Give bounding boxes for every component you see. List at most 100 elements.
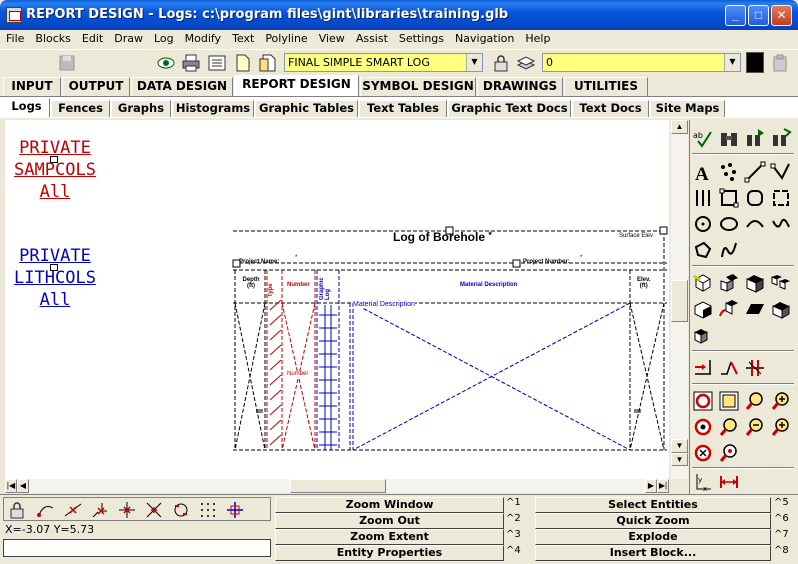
lock-icon[interactable] (491, 53, 511, 73)
parallelogram-icon[interactable] (744, 298, 766, 320)
title-bar[interactable]: REPORT DESIGN - Logs: c:\program files\g… (0, 0, 798, 30)
vertical-scroll-thumb[interactable] (671, 280, 688, 322)
report-select[interactable]: FINAL SIMPLE SMART LOG ▼ (284, 53, 483, 72)
block-small-icon[interactable] (692, 324, 714, 346)
maximize-button[interactable]: □ (748, 5, 769, 26)
group-blocks-icon[interactable] (770, 272, 792, 294)
cube-tool-icon[interactable] (692, 272, 714, 294)
arc-tool-icon[interactable] (744, 213, 766, 235)
snap-nearest-icon[interactable] (171, 500, 191, 520)
zoom-in-plus-icon[interactable] (770, 416, 792, 438)
select-entities-button[interactable]: Select Entities (535, 497, 771, 513)
zoom-window-button[interactable]: Zoom Window (275, 497, 504, 513)
menu-text[interactable]: Text (226, 30, 259, 45)
scroll-page-down-icon[interactable]: ▼ (671, 453, 688, 466)
tab-input[interactable]: INPUT (3, 77, 61, 96)
layer-select[interactable]: 0 ▼ (542, 53, 741, 72)
snap-endpoint-icon[interactable] (36, 500, 56, 520)
scroll-up-icon[interactable]: ▲ (671, 120, 688, 134)
polyline-tool-icon[interactable] (770, 161, 792, 183)
tab-output[interactable]: OUTPUT (62, 77, 130, 96)
scroll-down-icon[interactable]: ▼ (671, 439, 688, 453)
col-material-label[interactable]: Material Description (460, 282, 517, 288)
solid-block-icon[interactable] (744, 272, 766, 294)
tab-report-design[interactable]: REPORT DESIGN (234, 75, 359, 96)
eye-icon[interactable] (156, 53, 176, 73)
col-number-label[interactable]: Number (287, 282, 310, 288)
snap-intersection-icon[interactable] (117, 500, 137, 520)
snap-midpoint-icon[interactable] (63, 500, 83, 520)
close-button[interactable]: ✕ (771, 5, 792, 26)
tab-graphic-text-docs[interactable]: Graphic Text Docs (448, 100, 571, 117)
zoom-center-icon[interactable] (718, 442, 740, 464)
snap-grid-icon[interactable] (198, 500, 218, 520)
tab-symbol-design[interactable]: SYMBOL DESIGN (360, 77, 476, 96)
menu-draw[interactable]: Draw (108, 30, 148, 45)
zoom-refresh-icon[interactable] (692, 390, 714, 412)
zoom-out-icon[interactable] (744, 416, 766, 438)
text-tool-icon[interactable]: A (692, 161, 714, 183)
quick-zoom-button[interactable]: Quick Zoom (535, 513, 771, 529)
properties-icon[interactable] (207, 53, 227, 73)
insert-block-button[interactable]: Insert Block... (535, 545, 771, 561)
print-icon[interactable] (181, 53, 201, 73)
tab-logs[interactable]: Logs (3, 98, 50, 117)
menu-modify[interactable]: Modify (179, 30, 226, 45)
zoom-window-icon[interactable] (718, 390, 740, 412)
find-icon[interactable] (718, 127, 740, 149)
block-left-icon[interactable] (692, 298, 714, 320)
curve-tool-icon[interactable] (770, 213, 792, 235)
color-swatch[interactable] (746, 52, 764, 73)
tab-fences[interactable]: Fences (51, 100, 110, 117)
minimize-button[interactable]: _ (725, 5, 746, 26)
line-tool-icon[interactable] (744, 161, 766, 183)
drawing-canvas[interactable]: PRIVATE SAMPCOLS All PRIVATE LITHCOLS Al… (5, 120, 669, 479)
menu-polyline[interactable]: Polyline (259, 30, 312, 45)
col-depth-label[interactable]: Depth (ft) (238, 277, 264, 289)
circle-tool-icon[interactable] (692, 213, 714, 235)
extrude-icon[interactable] (718, 272, 740, 294)
tab-drawings[interactable]: DRAWINGS (477, 77, 563, 96)
zoom-pan-icon[interactable] (718, 416, 740, 438)
entity-properties-button[interactable]: Entity Properties (275, 545, 504, 561)
project-name-label[interactable]: Project Name: (239, 259, 279, 265)
tab-site-maps[interactable]: Site Maps (650, 100, 725, 117)
tab-graphic-tables[interactable]: Graphic Tables (255, 100, 358, 117)
menu-file[interactable]: File (0, 30, 29, 45)
app-icon[interactable] (6, 7, 22, 23)
menu-navigation[interactable]: Navigation (449, 30, 519, 45)
extend-icon[interactable] (718, 357, 740, 379)
save-disabled-icon[interactable] (57, 53, 77, 73)
paste-disabled-icon[interactable] (770, 53, 790, 73)
parallel-lines-icon[interactable] (692, 187, 714, 209)
log-title[interactable]: Log of Borehole * (393, 230, 492, 244)
number-field[interactable]: Number (287, 371, 309, 377)
coordinate-axes-icon[interactable]: yx (692, 471, 714, 493)
snap-ortho-icon[interactable] (225, 500, 245, 520)
surface-elev-label[interactable]: Surface Elev (619, 233, 653, 239)
explode-button[interactable]: Explode (535, 529, 771, 545)
menu-view[interactable]: View (313, 30, 350, 45)
trim-icon[interactable] (692, 357, 714, 379)
zoom-extent-icon[interactable] (692, 416, 714, 438)
point-tool-icon[interactable] (718, 161, 740, 183)
zoom-cancel-icon[interactable] (692, 442, 714, 464)
tab-data-design[interactable]: DATA DESIGN (131, 77, 233, 96)
measure-distance-icon[interactable] (718, 471, 740, 493)
chevron-down-icon[interactable]: ▼ (724, 54, 740, 71)
material-description-field[interactable]: Material Description (353, 301, 415, 308)
zoom-in-icon[interactable] (770, 390, 792, 412)
break-icon[interactable] (744, 357, 766, 379)
scroll-last-icon[interactable]: ▶| (657, 479, 669, 493)
zoom-icon[interactable] (744, 390, 766, 412)
tab-graphs[interactable]: Graphs (111, 100, 171, 117)
menu-settings[interactable]: Settings (393, 30, 449, 45)
scroll-right-icon[interactable]: ▶ (645, 479, 657, 493)
tab-histograms[interactable]: Histograms (172, 100, 254, 117)
replace-icon[interactable] (770, 127, 792, 149)
find-next-icon[interactable] (744, 127, 766, 149)
snap-perpendicular-icon[interactable] (144, 500, 164, 520)
tab-text-tables[interactable]: Text Tables (359, 100, 447, 117)
menu-log[interactable]: Log (148, 30, 179, 45)
col-type-label[interactable]: Type (268, 275, 274, 297)
